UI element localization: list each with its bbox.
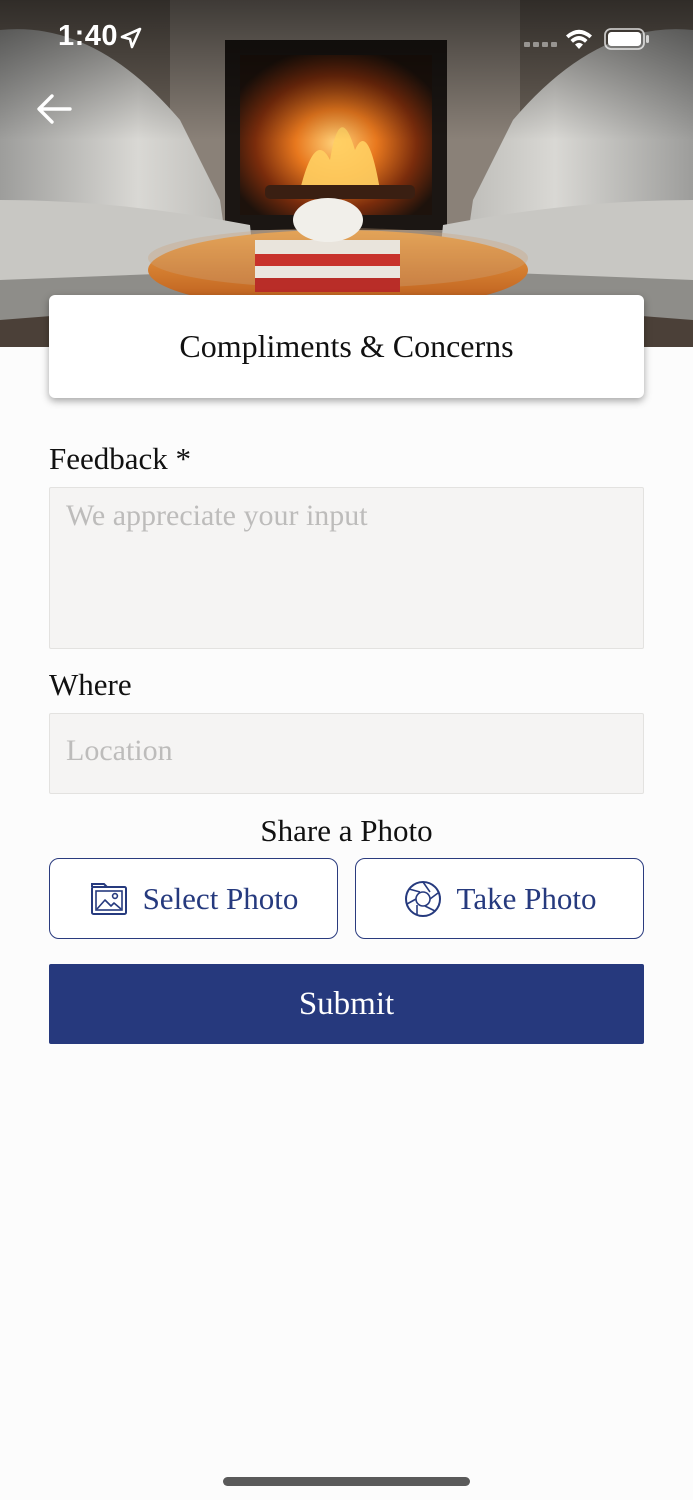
location-placeholder: Location bbox=[66, 734, 173, 767]
location-input[interactable]: Location bbox=[49, 713, 644, 794]
arrow-left-icon bbox=[37, 94, 72, 124]
cellular-signal-icon bbox=[524, 42, 557, 47]
take-photo-button[interactable]: Take Photo bbox=[355, 858, 644, 939]
where-label: Where bbox=[49, 667, 132, 702]
submit-button[interactable]: Submit bbox=[49, 964, 644, 1044]
back-button[interactable] bbox=[30, 88, 80, 130]
status-time: 1:40 bbox=[58, 20, 119, 52]
share-photo-heading: Share a Photo bbox=[260, 813, 433, 848]
wifi-icon bbox=[566, 29, 592, 49]
take-photo-label: Take Photo bbox=[456, 880, 597, 916]
page-title: Compliments & Concerns bbox=[179, 328, 514, 364]
home-indicator bbox=[223, 1477, 470, 1486]
feedback-label: Feedback * bbox=[49, 441, 192, 476]
select-photo-button[interactable]: Select Photo bbox=[49, 858, 338, 939]
feedback-textarea[interactable]: We appreciate your input bbox=[49, 487, 644, 649]
submit-label: Submit bbox=[298, 985, 395, 1022]
location-arrow-icon bbox=[120, 27, 142, 49]
battery-icon bbox=[604, 28, 649, 50]
page-title-card: Compliments & Concerns bbox=[49, 295, 644, 398]
image-gallery-icon bbox=[90, 882, 127, 915]
select-photo-label: Select Photo bbox=[142, 880, 299, 916]
camera-aperture-icon bbox=[404, 880, 441, 917]
status-bar: 1:40 bbox=[0, 0, 693, 80]
feedback-placeholder: We appreciate your input bbox=[66, 499, 368, 532]
